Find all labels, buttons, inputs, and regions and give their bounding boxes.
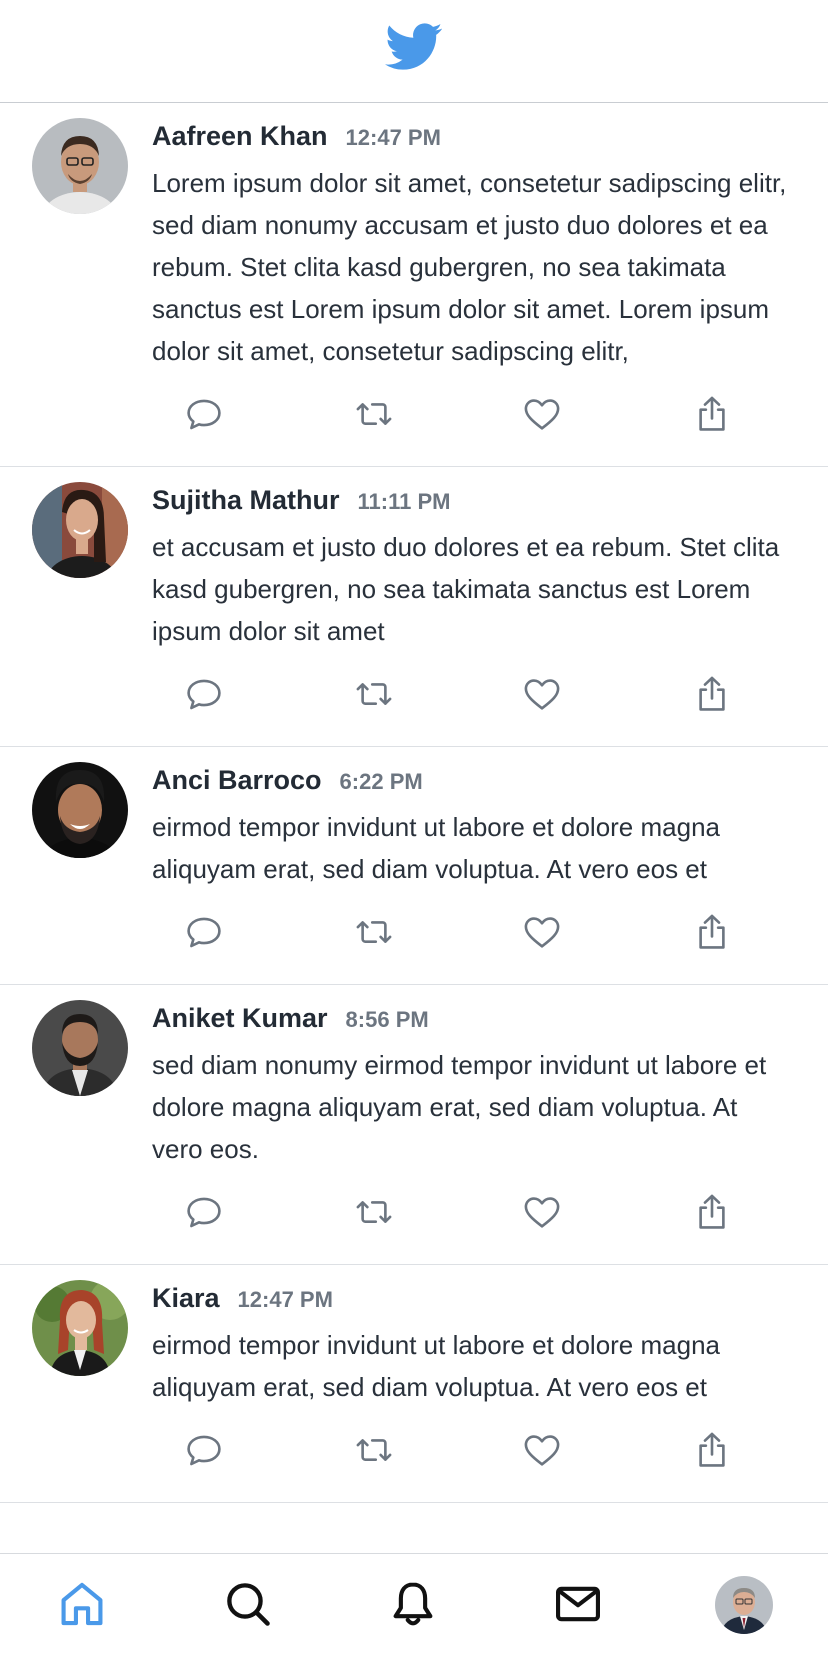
avatar[interactable] <box>32 482 128 578</box>
tweet-actions <box>152 1170 792 1264</box>
retweet-icon[interactable] <box>352 910 396 954</box>
tweet-actions <box>152 1408 792 1502</box>
avatar[interactable] <box>32 118 128 214</box>
tweet-text: sed diam nonumy eirmod tempor invidunt u… <box>152 1050 767 1164</box>
tweet-time: 6:22 PM <box>339 769 423 794</box>
share-icon[interactable] <box>690 1428 734 1472</box>
author-name[interactable]: Sujitha Mathur <box>152 485 340 516</box>
avatar[interactable] <box>32 1280 128 1376</box>
tweet-feed[interactable]: Aafreen Khan 12:47 PM Lorem ipsum dolor … <box>0 103 828 1553</box>
messages-icon[interactable] <box>548 1574 608 1634</box>
tweet-time: 11:11 PM <box>357 489 451 514</box>
tweet-actions <box>152 652 792 746</box>
reply-icon[interactable] <box>182 1428 226 1472</box>
notifications-icon[interactable] <box>383 1574 443 1634</box>
tweet[interactable]: Aniket Kumar 8:56 PM sed diam nonumy eir… <box>0 985 828 1265</box>
tweet[interactable]: Anci Barroco 6:22 PM eirmod tempor invid… <box>0 747 828 985</box>
tweet-text: et accusam et justo duo dolores et ea re… <box>152 532 780 646</box>
avatar[interactable] <box>32 762 128 858</box>
like-icon[interactable] <box>520 672 564 716</box>
share-icon[interactable] <box>690 1190 734 1234</box>
reply-icon[interactable] <box>182 672 226 716</box>
author-name[interactable]: Aafreen Khan <box>152 121 328 152</box>
retweet-icon[interactable] <box>352 1428 396 1472</box>
share-icon[interactable] <box>690 392 734 436</box>
avatar[interactable] <box>32 1000 128 1096</box>
tweet-text: eirmod tempor invidunt ut labore et dolo… <box>152 1330 720 1402</box>
tweet-time: 8:56 PM <box>345 1007 429 1032</box>
home-icon[interactable] <box>52 1574 112 1634</box>
reply-icon[interactable] <box>182 392 226 436</box>
author-name[interactable]: Aniket Kumar <box>152 1003 328 1034</box>
reply-icon[interactable] <box>182 1190 226 1234</box>
reply-icon[interactable] <box>182 910 226 954</box>
top-bar <box>0 0 828 103</box>
author-name[interactable]: Anci Barroco <box>152 765 322 796</box>
tweet-text: eirmod tempor invidunt ut labore et dolo… <box>152 812 720 884</box>
tweet-time: 12:47 PM <box>237 1287 333 1312</box>
retweet-icon[interactable] <box>352 392 396 436</box>
search-icon[interactable] <box>218 1574 278 1634</box>
tweet-actions <box>152 890 792 984</box>
retweet-icon[interactable] <box>352 1190 396 1234</box>
tweet-text: Lorem ipsum dolor sit amet, consetetur s… <box>152 168 787 366</box>
profile-avatar[interactable] <box>715 1576 773 1634</box>
retweet-icon[interactable] <box>352 672 396 716</box>
bottom-nav <box>0 1553 828 1663</box>
share-icon[interactable] <box>690 672 734 716</box>
tweet-time: 12:47 PM <box>345 125 441 150</box>
like-icon[interactable] <box>520 392 564 436</box>
share-icon[interactable] <box>690 910 734 954</box>
like-icon[interactable] <box>520 910 564 954</box>
tweet[interactable]: Kiara 12:47 PM eirmod tempor invidunt ut… <box>0 1265 828 1503</box>
author-name[interactable]: Kiara <box>152 1283 220 1314</box>
twitter-bird-icon[interactable] <box>385 22 443 72</box>
tweet[interactable]: Aafreen Khan 12:47 PM Lorem ipsum dolor … <box>0 103 828 467</box>
tweet-actions <box>152 372 792 466</box>
tweet[interactable]: Sujitha Mathur 11:11 PM et accusam et ju… <box>0 467 828 747</box>
like-icon[interactable] <box>520 1190 564 1234</box>
like-icon[interactable] <box>520 1428 564 1472</box>
